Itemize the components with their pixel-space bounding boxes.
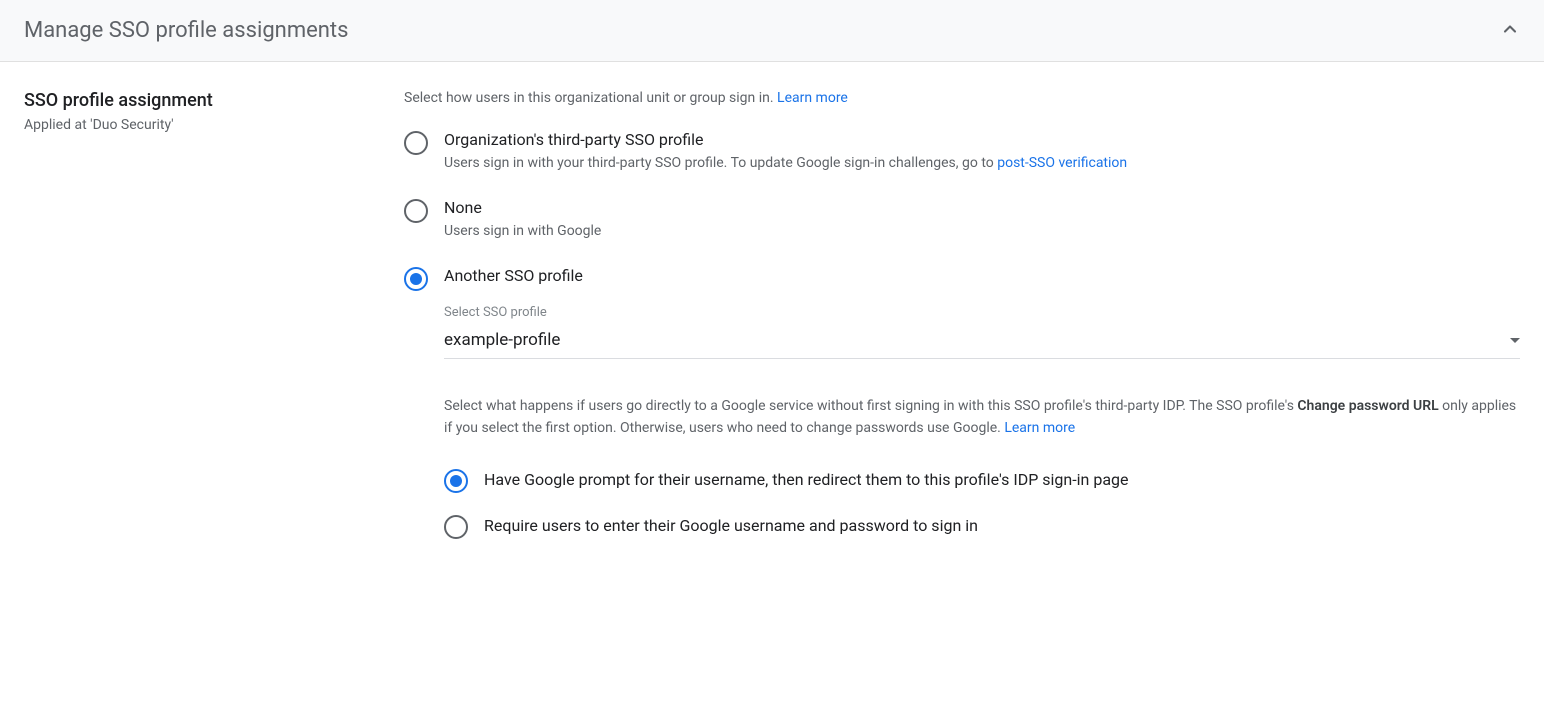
radio-none[interactable]	[404, 199, 428, 223]
intro-text-content: Select how users in this organizational …	[404, 90, 777, 106]
collapse-icon[interactable]	[1500, 19, 1520, 43]
radio-require-google[interactable]	[444, 515, 468, 539]
sso-profile-value: example-profile	[444, 330, 560, 350]
radio-another-sso[interactable]	[404, 267, 428, 291]
option-none-desc: Users sign in with Google	[444, 221, 1520, 242]
select-sso-label: Select SSO profile	[444, 305, 1520, 320]
behavior-bold: Change password URL	[1297, 398, 1438, 414]
behavior-description: Select what happens if users go directly…	[444, 395, 1520, 440]
behavior-option-require: Require users to enter their Google user…	[484, 514, 1520, 538]
dropdown-icon	[1510, 332, 1520, 348]
behavior-text-1: Select what happens if users go directly…	[444, 398, 1297, 414]
option-third-party-desc-text: Users sign in with your third-party SSO …	[444, 155, 997, 171]
radio-third-party-sso[interactable]	[404, 131, 428, 155]
behavior-learn-more-link[interactable]: Learn more	[1004, 420, 1075, 436]
intro-text: Select how users in this organizational …	[404, 90, 1520, 106]
applied-at-text: Applied at 'Duo Security'	[24, 117, 364, 133]
post-sso-verification-link[interactable]: post-SSO verification	[997, 155, 1127, 171]
behavior-option-prompt: Have Google prompt for their username, t…	[484, 468, 1520, 492]
option-none-title: None	[444, 198, 1520, 217]
option-third-party-desc: Users sign in with your third-party SSO …	[444, 153, 1520, 174]
sso-profile-select[interactable]: example-profile	[444, 324, 1520, 359]
radio-prompt-redirect[interactable]	[444, 469, 468, 493]
section-title: SSO profile assignment	[24, 90, 364, 111]
option-third-party-title: Organization's third-party SSO profile	[444, 130, 1520, 149]
learn-more-link[interactable]: Learn more	[777, 90, 848, 106]
page-title: Manage SSO profile assignments	[24, 18, 348, 43]
option-another-title: Another SSO profile	[444, 266, 1520, 285]
